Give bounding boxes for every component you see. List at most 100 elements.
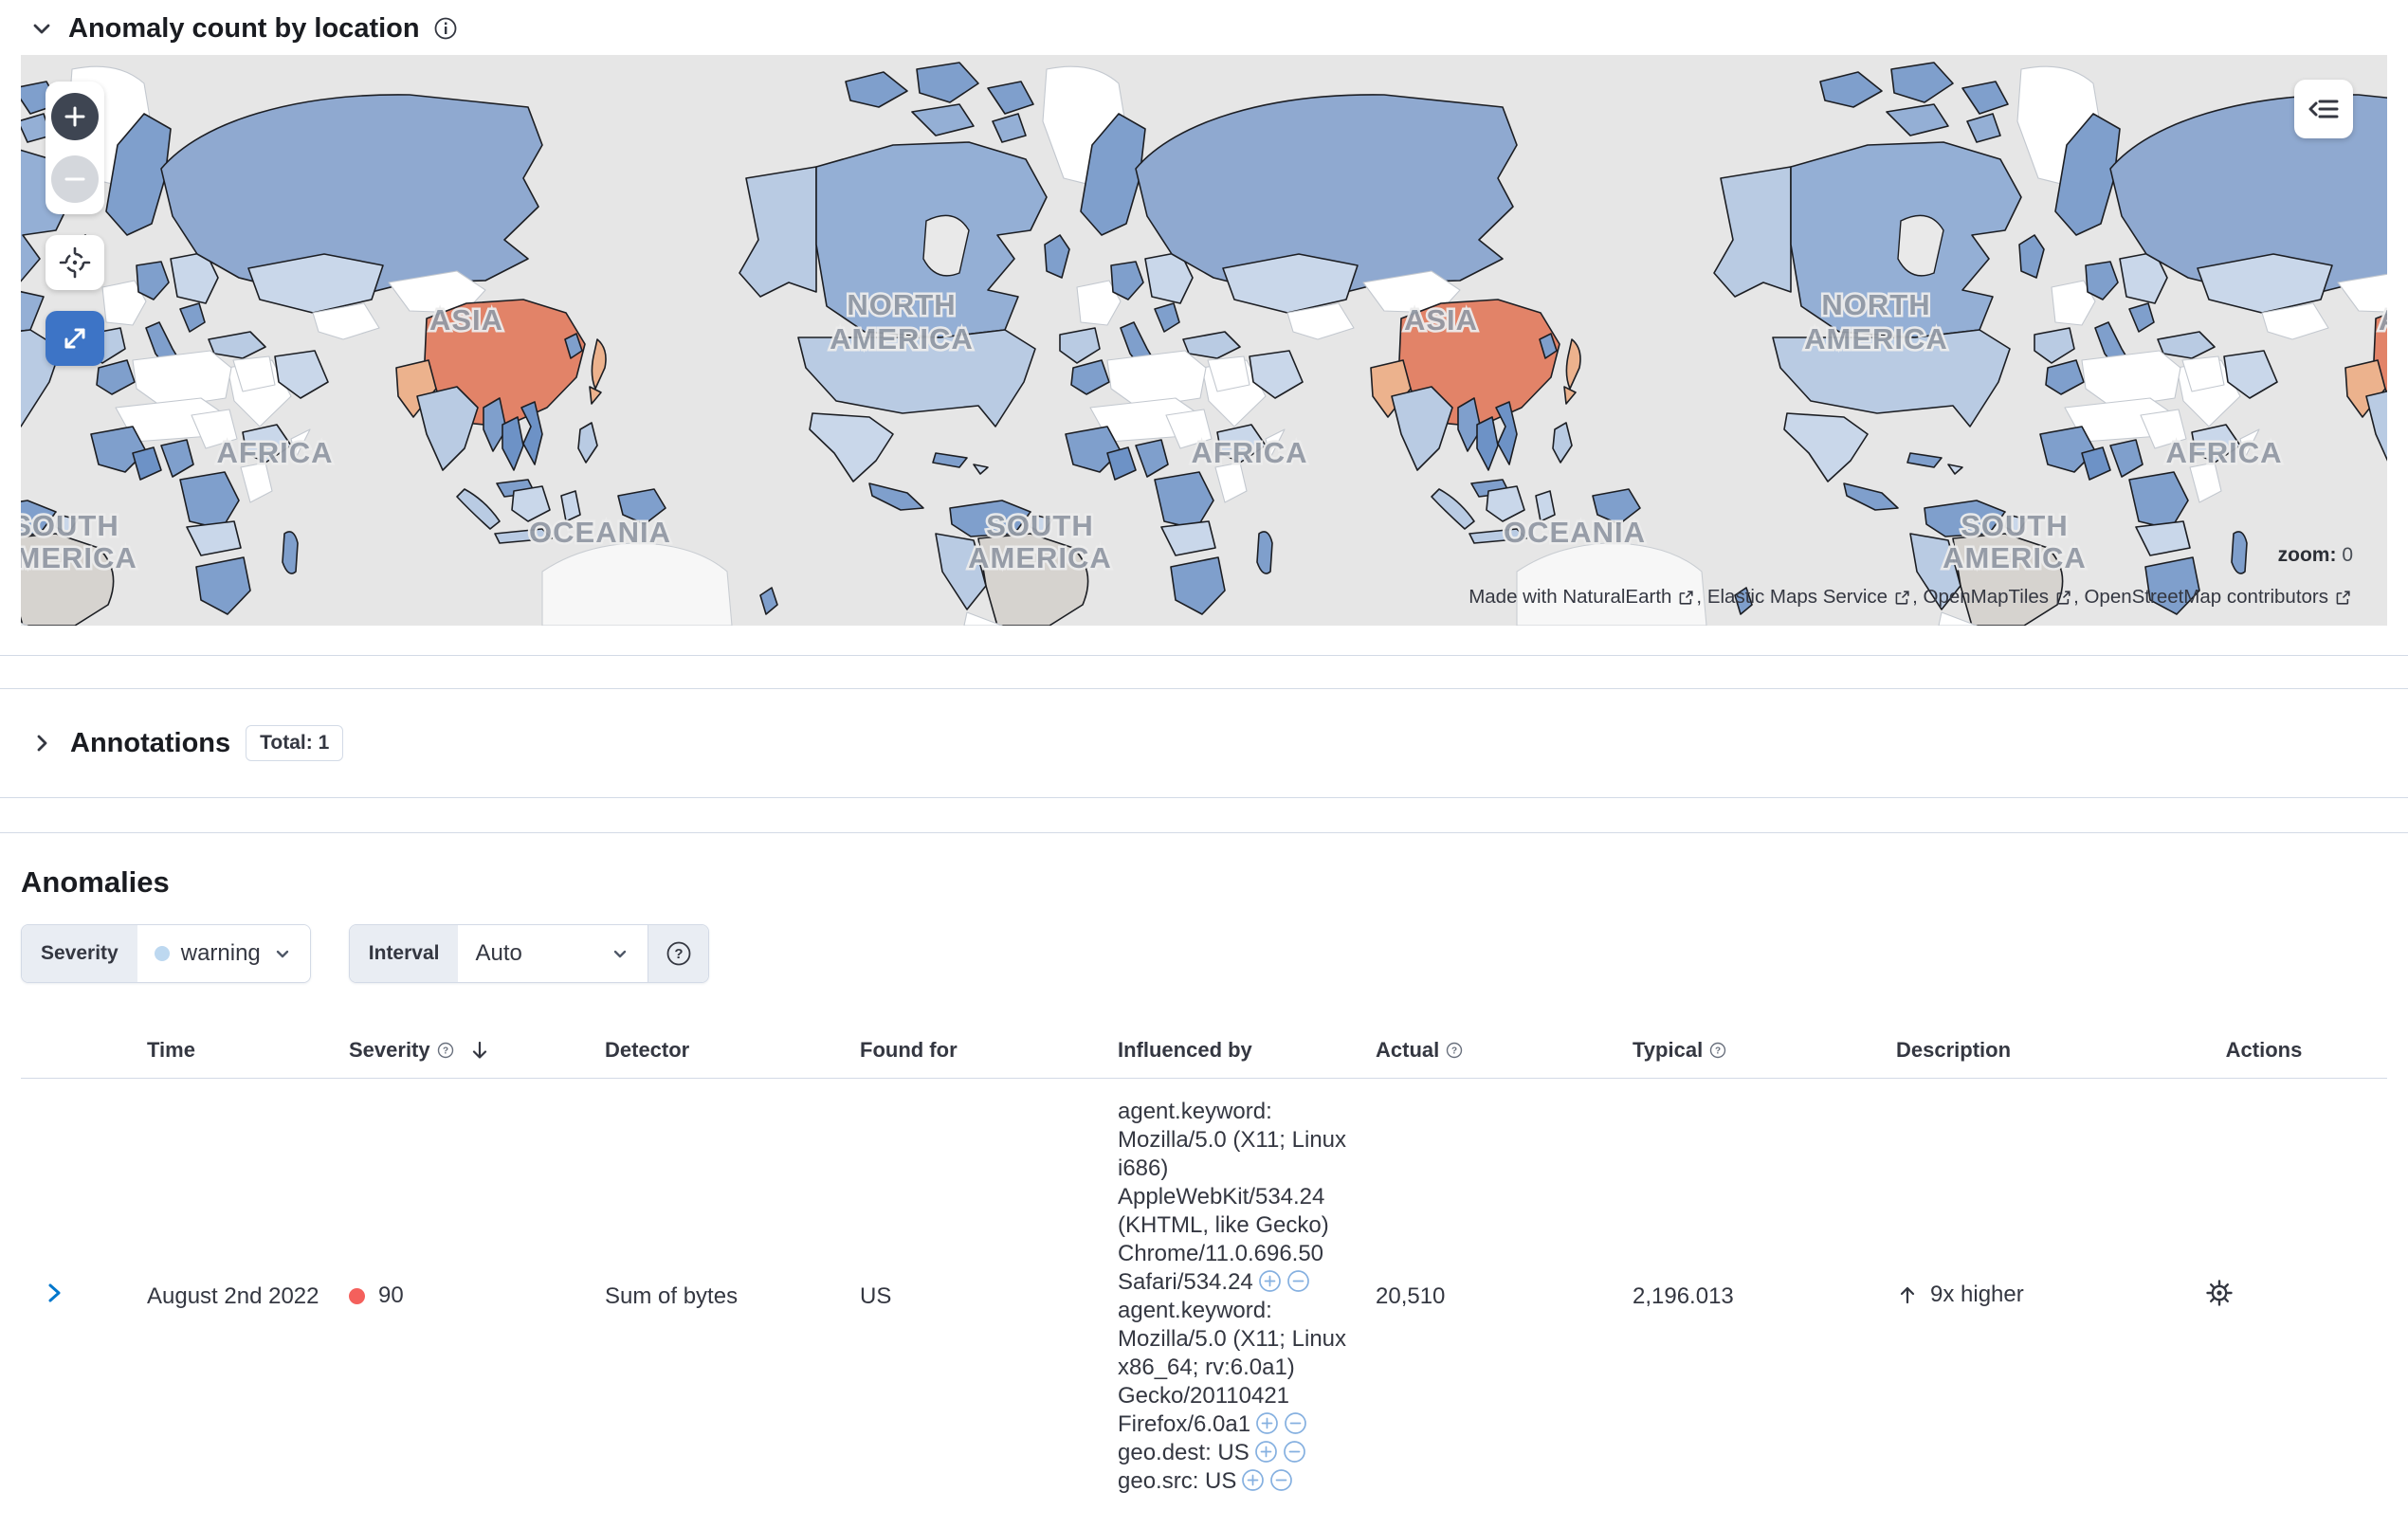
map-controls	[46, 82, 104, 366]
filter-for-value-icon[interactable]	[1258, 1269, 1282, 1293]
severity-filter-label: Severity	[22, 925, 137, 982]
divider	[0, 832, 2408, 833]
table-header-row: Time Severity ? Detector Found for Influ…	[21, 1023, 2387, 1079]
expand-annotations-chevron-right-icon[interactable]	[28, 730, 55, 756]
zoom-in-button[interactable]	[51, 93, 99, 140]
interval-filter-label: Interval	[349, 925, 459, 982]
svg-text:?: ?	[1451, 1046, 1457, 1057]
column-header-actions: Actions	[2225, 1038, 2303, 1062]
anomaly-choropleth-map[interactable]: AFRICA ASIA OCEANIA NORTH AMERICA SOUTH …	[21, 55, 2387, 626]
plus-icon	[64, 106, 85, 127]
filter-for-value-icon[interactable]	[1255, 1411, 1279, 1435]
map-zoom-indicator: zoom: 0	[2278, 544, 2353, 567]
cell-influenced-by: agent.keyword: Mozilla/5.0 (X11; Linux i…	[1118, 1079, 1376, 1516]
cell-actions	[2150, 1079, 2387, 1516]
influencer-item: agent.keyword: Mozilla/5.0 (X11; Linux i…	[1118, 1099, 1347, 1295]
anomalies-filters: Severity warning Interval Auto ?	[21, 924, 2387, 983]
question-circle-icon: ?	[666, 941, 691, 966]
arrow-up-icon	[1900, 1286, 1915, 1303]
anomalies-table: Time Severity ? Detector Found for Influ…	[21, 1023, 2387, 1515]
zoom-control	[46, 82, 104, 214]
svg-text:?: ?	[1715, 1046, 1721, 1057]
cell-severity: 90	[349, 1079, 605, 1516]
description-text: 9x higher	[1930, 1281, 2024, 1307]
zoom-out-button[interactable]	[51, 155, 99, 203]
svg-text:?: ?	[674, 946, 683, 962]
column-header-found-for: Found for	[860, 1038, 958, 1062]
filter-out-value-icon[interactable]	[1286, 1269, 1310, 1293]
interval-filter-group: Interval Auto ?	[348, 924, 710, 983]
cell-actual: 20,510	[1376, 1283, 1446, 1309]
external-link-icon	[2336, 590, 2350, 605]
collapse-panel-icon	[2308, 100, 2339, 118]
annotations-section-header: Annotations Total: 1	[0, 689, 2408, 797]
influencer-item: geo.dest: US	[1118, 1439, 1353, 1467]
attribution-link[interactable]: OpenMapTiles	[1924, 586, 2050, 609]
map-section-header: Anomaly count by location	[0, 0, 2408, 55]
crosshair-icon	[59, 246, 91, 279]
attribution-link[interactable]: Made with NaturalEarth	[1469, 586, 1671, 609]
cell-description: 9x higher	[1896, 1079, 2150, 1516]
column-header-actual: Actual ?	[1376, 1023, 1633, 1079]
filter-out-value-icon[interactable]	[1269, 1468, 1293, 1492]
row-actions-button[interactable]	[2203, 1277, 2235, 1309]
column-header-description: Description	[1896, 1038, 2012, 1062]
svg-text:?: ?	[443, 1046, 448, 1057]
chevron-down-icon	[614, 950, 627, 958]
world-map-canvas: AFRICA ASIA OCEANIA NORTH AMERICA SOUTH …	[21, 55, 2387, 626]
fit-to-data-button[interactable]	[46, 235, 104, 290]
gear-icon	[2206, 1280, 2233, 1306]
question-circle-icon[interactable]: ?	[1708, 1041, 1727, 1060]
interval-filter-select[interactable]: Auto	[458, 925, 648, 982]
anomaly-table-row: August 2nd 2022 90 Sum of bytes US agent…	[21, 1079, 2387, 1516]
column-header-influenced-by: Influenced by	[1118, 1038, 1252, 1062]
cell-detector: Sum of bytes	[605, 1283, 739, 1309]
column-header-severity[interactable]: Severity ?	[349, 1023, 605, 1079]
filter-for-value-icon[interactable]	[1241, 1468, 1265, 1492]
severity-filter-select[interactable]: warning	[137, 925, 310, 982]
external-link-icon	[1895, 590, 1909, 605]
annotations-total-badge: Total: 1	[246, 725, 344, 761]
question-circle-icon[interactable]: ?	[436, 1041, 455, 1060]
severity-filter-value: warning	[180, 940, 261, 966]
anomalies-title: Anomalies	[21, 865, 170, 899]
cell-found-for: US	[860, 1283, 892, 1309]
collapse-map-chevron-down-icon[interactable]	[28, 15, 55, 42]
collapse-layers-panel-button[interactable]	[2294, 80, 2353, 138]
interval-help-button[interactable]: ?	[648, 925, 709, 982]
cell-time: August 2nd 2022	[147, 1283, 319, 1309]
expand-map-button[interactable]	[46, 311, 104, 366]
minus-icon	[64, 177, 85, 181]
influencer-item: agent.keyword: Mozilla/5.0 (X11; Linux x…	[1118, 1298, 1347, 1437]
column-header-detector: Detector	[605, 1038, 690, 1062]
expand-row-button[interactable]	[42, 1281, 66, 1305]
filter-out-value-icon[interactable]	[1284, 1411, 1307, 1435]
attribution-link[interactable]: OpenStreetMap contributors	[2084, 586, 2328, 609]
expand-arrows-icon	[64, 328, 85, 349]
map-attribution: Made with NaturalEarth, Elastic Maps Ser…	[1469, 586, 2353, 609]
influencer-item: geo.src: US	[1118, 1467, 1353, 1496]
cell-typical: 2,196.013	[1633, 1283, 1734, 1309]
chevron-down-icon	[276, 950, 288, 958]
annotations-title: Annotations	[70, 727, 231, 758]
filter-for-value-icon[interactable]	[1254, 1440, 1278, 1464]
filter-out-value-icon[interactable]	[1283, 1440, 1306, 1464]
question-circle-icon[interactable]: ?	[1445, 1041, 1464, 1060]
info-icon[interactable]	[433, 16, 458, 41]
severity-score: 90	[378, 1282, 404, 1309]
attribution-link[interactable]: Elastic Maps Service	[1707, 586, 1888, 609]
anomalies-section: Anomalies Severity warning Interval Auto…	[0, 865, 2408, 1515]
zoom-label: zoom:	[2277, 544, 2337, 566]
chevron-right-icon	[48, 1283, 61, 1302]
map-section-title: Anomaly count by location	[68, 12, 420, 44]
sort-descending-arrow-icon	[472, 1041, 486, 1059]
severity-score-dot	[349, 1287, 365, 1304]
column-header-time: Time	[147, 1038, 195, 1062]
zoom-value: 0	[2342, 544, 2353, 566]
external-link-icon	[2056, 590, 2071, 605]
interval-filter-value: Auto	[475, 940, 522, 966]
external-link-icon	[1680, 590, 1694, 605]
expander-column-header	[21, 1023, 147, 1079]
severity-filter-group: Severity warning	[21, 924, 311, 983]
column-header-typical: Typical ?	[1633, 1023, 1896, 1079]
